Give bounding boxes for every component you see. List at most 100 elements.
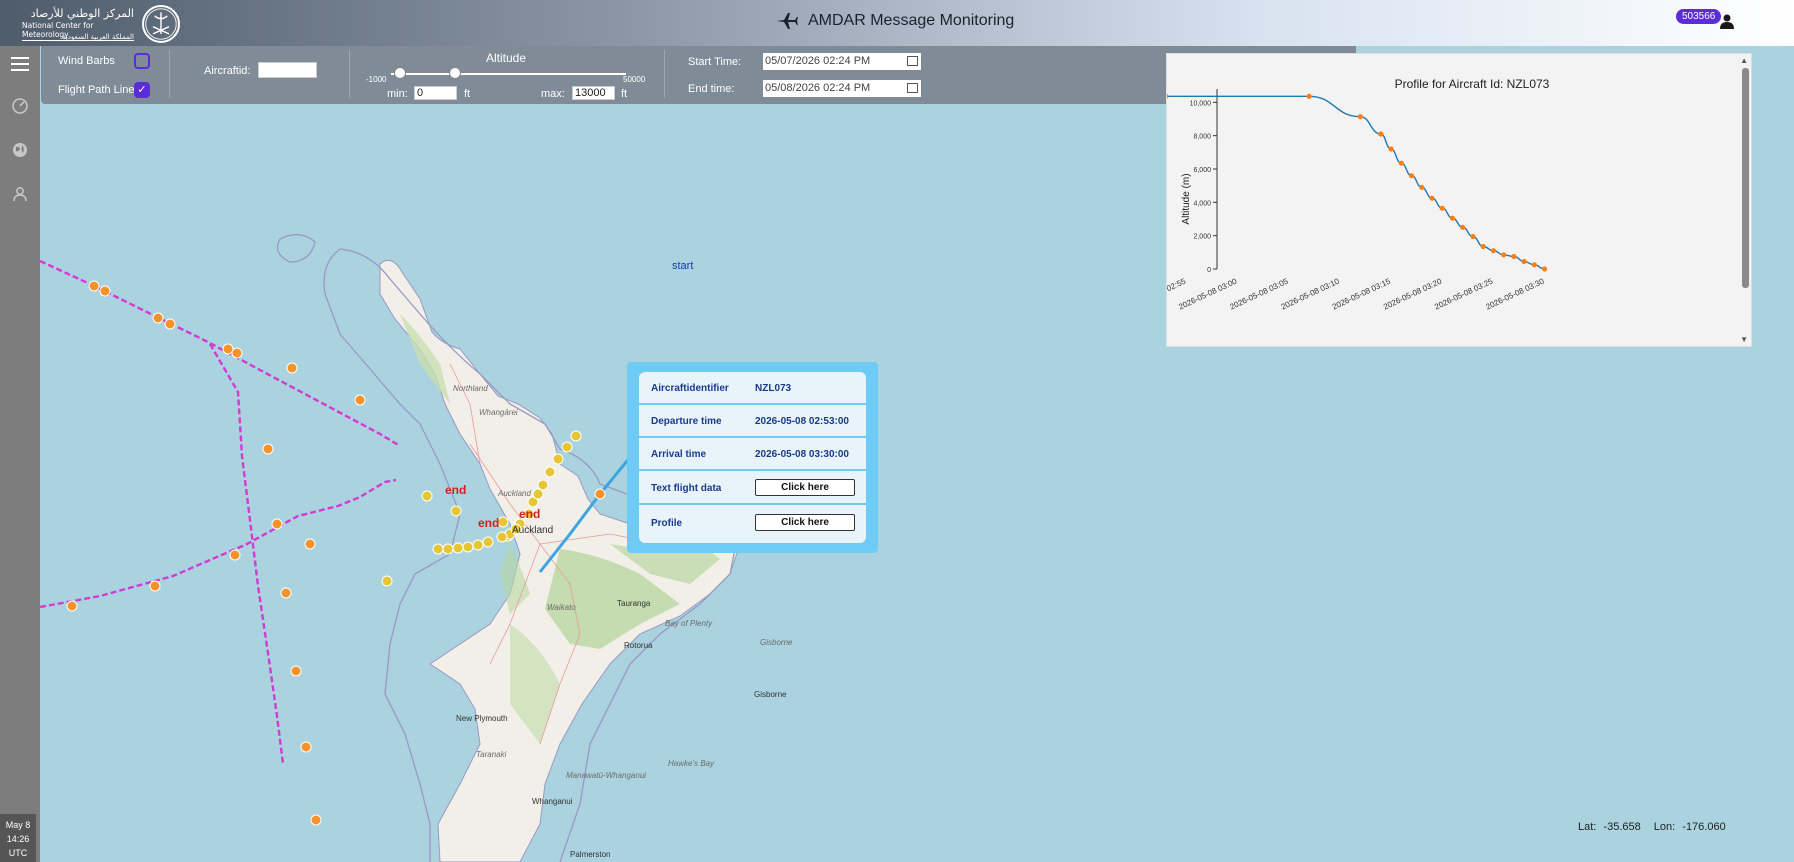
info-value: 2026-05-08 02:53:00 bbox=[755, 416, 849, 427]
info-key: Text flight data bbox=[651, 483, 722, 494]
y-tick-label: 8,000 bbox=[1193, 134, 1211, 141]
data-point[interactable] bbox=[1542, 266, 1548, 272]
data-point[interactable] bbox=[1163, 93, 1169, 99]
series-line bbox=[1165, 95, 1545, 270]
calendar-icon[interactable] bbox=[907, 83, 918, 93]
start-time-label: Start Time: bbox=[688, 56, 742, 68]
data-point[interactable] bbox=[1490, 248, 1497, 254]
text-flight-data-button[interactable]: Click here bbox=[755, 479, 855, 496]
info-row: Profile Click here bbox=[639, 507, 866, 540]
wind-barbs-label: Wind Barbs bbox=[58, 55, 115, 67]
city-label: Gisborne bbox=[754, 690, 787, 699]
wind-barbs-checkbox[interactable] bbox=[134, 53, 150, 69]
altitude-max-thumb[interactable] bbox=[449, 67, 461, 79]
utc-time: 14:26 bbox=[6, 834, 30, 844]
gauge-icon[interactable] bbox=[8, 94, 32, 118]
track-end-label: end bbox=[445, 483, 467, 497]
data-point[interactable] bbox=[1460, 224, 1466, 230]
profile-button[interactable]: Click here bbox=[755, 514, 855, 531]
data-point[interactable] bbox=[1470, 233, 1476, 240]
place-label: Whangārei bbox=[479, 408, 518, 417]
city-label: Palmerston bbox=[570, 850, 611, 859]
user-icon[interactable] bbox=[1719, 13, 1735, 29]
utc-date: May 8 bbox=[5, 820, 31, 830]
app-header: المركز الوطني للأرصاد National Center fo… bbox=[0, 0, 1794, 46]
divider bbox=[664, 50, 665, 98]
track-start-label: start bbox=[672, 260, 694, 272]
data-point[interactable] bbox=[1306, 93, 1312, 99]
utc-label: UTC bbox=[8, 848, 28, 858]
utc-clock: May 8 14:26 UTC bbox=[0, 814, 36, 862]
series-markers bbox=[1163, 93, 1548, 272]
y-tick-label: 4,000 bbox=[1193, 200, 1211, 207]
place-label: Hawke's Bay bbox=[668, 759, 714, 768]
notification-badge[interactable]: 503566 bbox=[1676, 9, 1722, 24]
magenta-flight-tracks bbox=[40, 259, 401, 765]
divider bbox=[349, 50, 350, 98]
ncm-logo: المركز الوطني للأرصاد National Center fo… bbox=[22, 4, 182, 43]
logo-arabic-text: المركز الوطني للأرصاد bbox=[30, 7, 134, 20]
y-tick-label: 6,000 bbox=[1193, 167, 1211, 174]
altitude-max-input[interactable]: 13000 bbox=[572, 86, 615, 100]
person-icon[interactable] bbox=[8, 182, 32, 206]
flight-info-table: Aircraftidentifier NZL073 Departure time… bbox=[639, 372, 866, 543]
north-island-land bbox=[379, 259, 741, 862]
scroll-up-icon[interactable]: ▲ bbox=[1740, 56, 1748, 65]
city-label: Auckland bbox=[512, 525, 554, 536]
data-point[interactable] bbox=[1531, 262, 1537, 268]
menu-icon[interactable] bbox=[8, 52, 32, 76]
data-point[interactable] bbox=[1439, 205, 1445, 211]
end-time-input[interactable]: 05/08/2026 02:24 PM bbox=[763, 80, 921, 97]
data-point[interactable] bbox=[1419, 184, 1425, 190]
globe-icon[interactable] bbox=[8, 138, 32, 162]
data-point[interactable] bbox=[1429, 195, 1435, 201]
city-label: Tauranga bbox=[617, 599, 651, 608]
flight-path-label: Flight Path Line bbox=[58, 84, 135, 96]
data-point[interactable] bbox=[1480, 243, 1486, 250]
city-label: New Plymouth bbox=[456, 714, 508, 723]
info-row: Text flight data Click here bbox=[639, 472, 866, 505]
data-point[interactable] bbox=[1449, 215, 1456, 221]
start-time-value: 05/07/2026 02:24 PM bbox=[765, 55, 871, 67]
data-point[interactable] bbox=[1408, 173, 1415, 179]
data-point[interactable] bbox=[1378, 131, 1384, 137]
data-point[interactable] bbox=[1521, 258, 1527, 265]
place-label: Taranaki bbox=[476, 750, 507, 759]
place-label: Bay of Plenty bbox=[665, 619, 713, 628]
end-time-value: 05/08/2026 02:24 PM bbox=[765, 82, 871, 94]
lat-label: Lat: bbox=[1578, 821, 1597, 833]
ft-unit-label: ft bbox=[464, 88, 471, 100]
altitude-slider-max-label: 50000 bbox=[623, 75, 646, 84]
aircraftid-input[interactable] bbox=[258, 62, 317, 78]
lat-value: -35.658 bbox=[1603, 821, 1641, 833]
track-end-label: end bbox=[478, 516, 500, 530]
altitude-profile-chart: Profile for Aircraft Id: NZL073 Altitude… bbox=[1126, 77, 1550, 312]
data-point[interactable] bbox=[1501, 252, 1507, 258]
flight-info-popup: Aircraftidentifier NZL073 Departure time… bbox=[627, 362, 878, 553]
altitude-profile-panel: Profile for Aircraft Id: NZL073 Altitude… bbox=[1126, 53, 1752, 347]
y-axis-label: Altitude (m) bbox=[1181, 173, 1192, 224]
place-label: Waikato bbox=[547, 603, 576, 612]
y-tick-label: 2,000 bbox=[1193, 234, 1211, 241]
y-tick-labels: 0 2,000 4,000 6,000 8,000 10,000 bbox=[1190, 100, 1217, 274]
info-key: Arrival time bbox=[651, 449, 707, 460]
altitude-min-thumb[interactable] bbox=[394, 67, 406, 79]
info-row: Departure time 2026-05-08 02:53:00 bbox=[639, 405, 866, 438]
altitude-min-input[interactable]: 0 bbox=[414, 86, 457, 100]
place-label: Manawatū-Whanganui bbox=[566, 771, 647, 780]
filter-toolbar: Wind Barbs Flight Path Line ✓ Aircraftid… bbox=[41, 46, 1356, 104]
start-time-input[interactable]: 05/07/2026 02:24 PM bbox=[763, 53, 921, 70]
scroll-down-icon[interactable]: ▼ bbox=[1740, 335, 1748, 344]
city-label: Whanganui bbox=[532, 797, 573, 806]
altitude-slider-track[interactable] bbox=[391, 73, 626, 75]
calendar-icon[interactable] bbox=[907, 56, 918, 66]
data-point[interactable] bbox=[1398, 160, 1404, 166]
y-tick-label: 10,000 bbox=[1190, 100, 1212, 107]
panel-scrollbar[interactable] bbox=[1742, 68, 1749, 288]
y-tick-label: 0 bbox=[1207, 267, 1211, 274]
data-point[interactable] bbox=[1357, 114, 1363, 120]
data-point[interactable] bbox=[1511, 253, 1517, 260]
info-value: NZL073 bbox=[755, 383, 792, 394]
data-point[interactable] bbox=[1388, 146, 1394, 152]
flight-path-checkbox[interactable]: ✓ bbox=[134, 82, 150, 98]
